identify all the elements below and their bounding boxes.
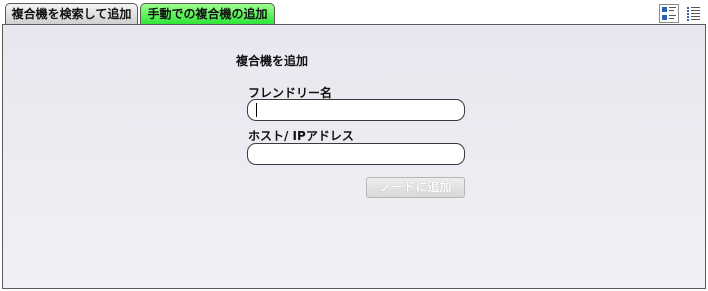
list-view-button[interactable] xyxy=(683,4,703,23)
list-view-icon xyxy=(687,7,700,21)
thumbnail-view-icon xyxy=(662,7,676,20)
add-to-node-button[interactable]: ノードに追加 xyxy=(366,177,465,198)
tab-search-and-add[interactable]: 複合機を検索して追加 xyxy=(5,3,138,24)
thumbnail-view-button[interactable] xyxy=(659,4,679,23)
host-ip-label: ホスト/ IPアドレス xyxy=(248,129,354,143)
text-cursor xyxy=(256,103,257,117)
host-ip-input[interactable] xyxy=(247,143,465,165)
friendly-name-input[interactable] xyxy=(247,99,465,121)
form-title: 複合機を追加 xyxy=(236,54,309,68)
tab-manual-add[interactable]: 手動での複合機の追加 xyxy=(140,3,275,24)
